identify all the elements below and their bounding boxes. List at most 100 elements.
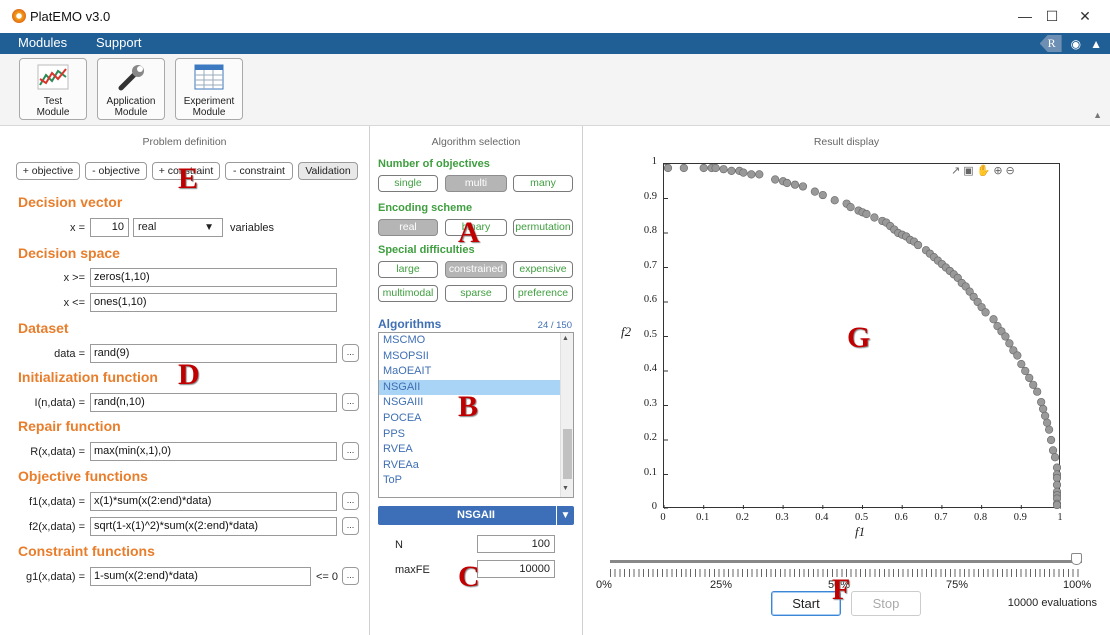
r-badge[interactable]: R bbox=[1039, 35, 1062, 52]
algorithm-list-scrollbar[interactable]: ▲ ▼ bbox=[560, 333, 573, 497]
validation-button[interactable]: Validation bbox=[298, 162, 358, 180]
f1-input[interactable]: x(1)*sum(x(2:end)*data) bbox=[90, 492, 337, 511]
data-point bbox=[1017, 360, 1026, 369]
y-tick-label: 0.1 bbox=[643, 466, 657, 478]
dataset-label: data = bbox=[54, 348, 85, 360]
param-n-input[interactable]: 100 bbox=[477, 535, 555, 553]
annotation-letter-g: G bbox=[847, 321, 871, 354]
add-objective-button[interactable]: + objective bbox=[16, 162, 80, 180]
y-tick-label: 0.3 bbox=[643, 397, 657, 409]
data-point bbox=[1050, 453, 1060, 462]
initialization-browse-button[interactable]: ... bbox=[342, 393, 359, 411]
remove-objective-button[interactable]: - objective bbox=[85, 162, 147, 180]
export-icon[interactable]: ↗ bbox=[951, 165, 963, 177]
collapse-toolbar-icon[interactable]: ▲ bbox=[1093, 110, 1102, 120]
x-tick-label: 1 bbox=[1057, 512, 1063, 523]
github-icon[interactable]: ◉ bbox=[1071, 37, 1081, 51]
remove-constraint-button[interactable]: - constraint bbox=[225, 162, 293, 180]
repair-input[interactable]: max(min(x,1),0) bbox=[90, 442, 337, 461]
x-tick-label: 0.1 bbox=[696, 512, 710, 523]
data-point bbox=[1043, 418, 1052, 427]
data-point bbox=[755, 170, 764, 179]
evaluation-count: 10000 evaluations bbox=[1007, 597, 1097, 609]
f1-browse-button[interactable]: ... bbox=[342, 492, 359, 510]
param-maxfe-label: maxFE bbox=[395, 564, 430, 576]
algorithm-item[interactable]: MSCMO bbox=[379, 333, 561, 349]
repair-browse-button[interactable]: ... bbox=[342, 442, 359, 460]
g1-input[interactable]: 1-sum(x(2:end)*data) bbox=[90, 567, 311, 586]
g1-browse-button[interactable]: ... bbox=[342, 567, 359, 585]
algorithm-item[interactable]: MSOPSII bbox=[379, 349, 561, 365]
decision-vector-heading: Decision vector bbox=[18, 194, 123, 210]
lower-bound-input[interactable]: zeros(1,10) bbox=[90, 268, 337, 287]
data-point bbox=[663, 163, 673, 173]
plot-tools[interactable]: ↗▣✋⊕⊖ bbox=[951, 164, 1018, 177]
data-point bbox=[1052, 473, 1062, 483]
dropdown-arrow-icon: ▼ bbox=[204, 222, 214, 233]
toggle-real[interactable]: real bbox=[378, 219, 438, 236]
algorithm-item[interactable]: MaOEAIT bbox=[379, 364, 561, 380]
param-maxfe-input[interactable]: 10000 bbox=[477, 560, 555, 578]
experiment-module-button[interactable]: Experiment Module bbox=[175, 58, 243, 120]
dataset-input[interactable]: rand(9) bbox=[90, 344, 337, 363]
toggle-constrained[interactable]: constrained bbox=[445, 261, 507, 278]
f2-input[interactable]: sqrt(1-x(1)^2)*sum(x(2:end)*data) bbox=[90, 517, 337, 536]
toggle-permutation[interactable]: permutation bbox=[513, 219, 573, 236]
notification-icon[interactable]: ▲ bbox=[1090, 37, 1102, 51]
test-module-button[interactable]: Test Module bbox=[19, 58, 87, 120]
application-module-button[interactable]: Application Module bbox=[97, 58, 165, 120]
zoom-out-icon[interactable]: ⊖ bbox=[1006, 165, 1018, 177]
zoom-in-icon[interactable]: ⊕ bbox=[993, 165, 1005, 177]
toggle-large[interactable]: large bbox=[378, 261, 438, 278]
progress-slider-thumb[interactable] bbox=[1071, 553, 1082, 565]
maximize-button[interactable]: ☐ bbox=[1037, 5, 1067, 27]
slider-label-100: 100% bbox=[1063, 579, 1092, 591]
selected-algorithm-dropdown[interactable]: NSGAII ▼ bbox=[378, 506, 574, 525]
result-panel-title: Result display bbox=[813, 136, 880, 148]
variable-count-input[interactable]: 10 bbox=[90, 218, 129, 237]
data-tip-icon[interactable]: ▣ bbox=[963, 165, 976, 177]
algorithm-item[interactable]: ToP bbox=[379, 473, 561, 489]
data-point bbox=[1021, 366, 1030, 376]
toggle-single[interactable]: single bbox=[378, 175, 438, 192]
upper-bound-input[interactable]: ones(1,10) bbox=[90, 293, 337, 312]
scroll-down-icon[interactable]: ▼ bbox=[562, 485, 569, 492]
scroll-up-icon[interactable]: ▲ bbox=[562, 335, 569, 342]
toggle-multimodal[interactable]: multimodal bbox=[378, 285, 438, 302]
data-point bbox=[870, 213, 879, 222]
algorithm-panel-title: Algorithm selection bbox=[431, 136, 521, 148]
algorithm-item[interactable]: RVEAa bbox=[379, 458, 561, 474]
initialization-input[interactable]: rand(n,10) bbox=[90, 393, 337, 412]
start-button[interactable]: Start bbox=[771, 591, 841, 616]
test-module-label-1: Test bbox=[43, 96, 63, 107]
algorithms-heading: Algorithms bbox=[378, 317, 442, 331]
toggle-multi[interactable]: multi bbox=[445, 175, 507, 192]
f2-browse-button[interactable]: ... bbox=[342, 517, 359, 535]
toggle-many[interactable]: many bbox=[513, 175, 573, 192]
close-button[interactable]: ✕ bbox=[1070, 5, 1100, 27]
pan-icon[interactable]: ✋ bbox=[977, 165, 994, 177]
annotation-letter-b: B bbox=[458, 390, 479, 423]
stop-button[interactable]: Stop bbox=[851, 591, 921, 616]
variable-type-select[interactable]: real ▼ bbox=[133, 218, 223, 237]
menu-support[interactable]: Support bbox=[96, 35, 142, 50]
data-point bbox=[862, 209, 871, 219]
toggle-expensive[interactable]: expensive bbox=[513, 261, 573, 278]
selected-algorithm-label: NSGAII bbox=[457, 509, 495, 521]
module-toolbar: Test Module Application Module Experimen… bbox=[0, 54, 1110, 126]
toggle-preference[interactable]: preference bbox=[513, 285, 573, 302]
minimize-button[interactable]: — bbox=[1010, 5, 1040, 27]
progress-slider-track[interactable] bbox=[610, 560, 1082, 563]
algorithm-item[interactable]: PPS bbox=[379, 427, 561, 443]
data-point bbox=[1046, 435, 1056, 445]
x-tick-label: 0 bbox=[660, 512, 666, 523]
dataset-browse-button[interactable]: ... bbox=[342, 344, 359, 362]
data-point bbox=[1033, 387, 1042, 396]
scroll-thumb[interactable] bbox=[563, 429, 572, 479]
x-tick-label: 0.7 bbox=[934, 512, 948, 523]
slider-label-75: 75% bbox=[946, 579, 969, 591]
toggle-sparse[interactable]: sparse bbox=[445, 285, 507, 302]
menu-modules[interactable]: Modules bbox=[18, 35, 67, 50]
x-tick-label: 0.9 bbox=[1013, 512, 1027, 523]
algorithm-item[interactable]: RVEA bbox=[379, 442, 561, 458]
